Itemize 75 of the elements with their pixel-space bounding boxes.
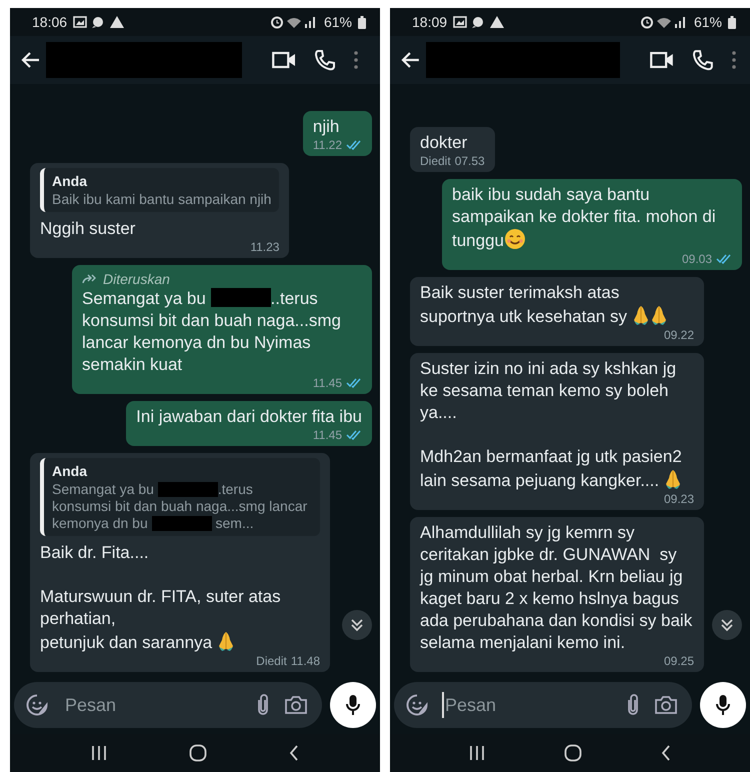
home-icon[interactable] — [564, 744, 582, 762]
video-call-icon[interactable] — [650, 51, 674, 69]
phone-call-icon[interactable] — [314, 49, 336, 71]
message-time: 11.48 — [290, 654, 320, 668]
notification-icons — [453, 15, 506, 29]
camera-icon[interactable] — [654, 695, 678, 715]
praying-hands-icon — [650, 304, 668, 326]
recent-apps-icon[interactable] — [91, 745, 107, 761]
message-time: 11.45 — [312, 428, 342, 442]
scroll-down-button[interactable] — [712, 610, 742, 640]
message-time: 09.23 — [664, 492, 694, 506]
message-text: Ini jawaban dari dokter fita ibu — [136, 406, 362, 428]
message-text: dokter — [420, 132, 468, 154]
message-time: 07.53 — [454, 154, 485, 168]
scroll-down-button[interactable] — [342, 610, 372, 640]
message-input-field[interactable]: Pesan — [394, 682, 692, 728]
message-time: 09.22 — [664, 328, 694, 342]
more-icon[interactable] — [732, 51, 736, 69]
attach-icon[interactable] — [256, 693, 270, 717]
home-icon[interactable] — [189, 744, 207, 762]
message-text: Semangat ya bu ..terus konsumsi bit dan buah naga...smg lancar kemonya dn bu Nyimas semakin kuat — [82, 288, 342, 376]
back-icon[interactable] — [400, 51, 420, 69]
message-time: 11.22 — [312, 138, 342, 152]
quote-author: Anda — [52, 172, 88, 191]
smiling-face-icon — [504, 228, 526, 250]
recent-apps-icon[interactable] — [469, 745, 486, 761]
message-text: Baik dr. Fita.... Maturswuun dr. FITA, suter atas perhatian, petunjuk dan sarannya — [40, 542, 282, 654]
back-icon[interactable] — [20, 51, 40, 69]
status-time: 18:06 — [32, 14, 68, 30]
back-nav-icon[interactable] — [289, 745, 299, 761]
notification-icons — [73, 15, 126, 29]
camera-icon[interactable] — [284, 695, 308, 715]
sticker-icon[interactable] — [406, 694, 428, 716]
message-text: Suster izin no ini ada sy kshkan jg ke sesama teman kemo sy boleh ya.... Mdh2an bermanfaat jg utk pasien2 lain sesama pejuang kangker.... — [420, 358, 683, 492]
praying-hands-icon — [664, 468, 682, 490]
microphone-icon — [715, 694, 731, 716]
chevrons-down-icon — [720, 618, 734, 632]
system-status-icons — [270, 15, 318, 29]
attach-icon[interactable] — [626, 693, 640, 717]
quote-text: Semangat ya bu .terus konsumsi bit dan buah naga...smg lancar kemonya dn bu sem... — [52, 481, 308, 532]
message-time: 09.25 — [664, 654, 694, 668]
battery-icon — [728, 16, 736, 28]
battery-icon — [358, 16, 366, 28]
message-time: 11.23 — [250, 240, 280, 254]
edited-label: Diedit — [420, 154, 451, 168]
quoted-message[interactable]: Anda Semangat ya bu .terus konsumsi bit dan buah naga...smg lancar kemonya dn bu sem... — [40, 458, 320, 536]
back-nav-icon[interactable] — [660, 745, 671, 761]
message-text: Alhamdullilah sy jg kemrn sy ceritakan jgbke dr. GUNAWAN sy jg minum obat herbal. Krn beliau jg kaget baru 2 x kemo hslnya bagus ada perubahana dan kondisi sy baik selama menjalani kemo ini. — [420, 522, 694, 654]
praying-hands-icon — [632, 304, 650, 326]
quoted-message[interactable]: Anda Baik ibu kami bantu sampaikan njih — [40, 168, 280, 212]
message-time: 09.03 — [682, 252, 712, 266]
forward-icon — [82, 274, 98, 284]
microphone-button[interactable] — [700, 682, 746, 728]
message-text: njih — [312, 116, 340, 138]
system-status-icons — [640, 15, 688, 29]
microphone-icon — [345, 694, 361, 716]
edited-label: Diedit — [256, 654, 287, 668]
message-text: baik ibu sudah saya bantu sampaikan ke dokter fita. mohon di tunggu — [452, 184, 717, 252]
sticker-icon[interactable] — [26, 694, 48, 716]
more-icon[interactable] — [354, 51, 358, 69]
chevrons-down-icon — [350, 618, 364, 632]
microphone-button[interactable] — [330, 682, 376, 728]
video-call-icon[interactable] — [272, 51, 296, 69]
praying-hands-icon — [216, 630, 235, 652]
quote-text: Baik ibu kami bantu sampaikan njih — [52, 191, 272, 208]
battery-level: 61% — [694, 14, 722, 30]
message-text: Nggih suster — [40, 218, 136, 240]
phone-call-icon[interactable] — [692, 49, 714, 71]
battery-level: 61% — [324, 14, 352, 30]
message-input-field[interactable]: Pesan — [14, 682, 322, 728]
forwarded-label: Diteruskan — [103, 270, 170, 288]
quote-author: Anda — [52, 462, 88, 481]
message-text: Baik suster terimaksh atas suportnya utk kesehatan sy — [420, 282, 694, 328]
message-time: 11.45 — [312, 376, 342, 390]
status-time: 18:09 — [412, 14, 448, 30]
